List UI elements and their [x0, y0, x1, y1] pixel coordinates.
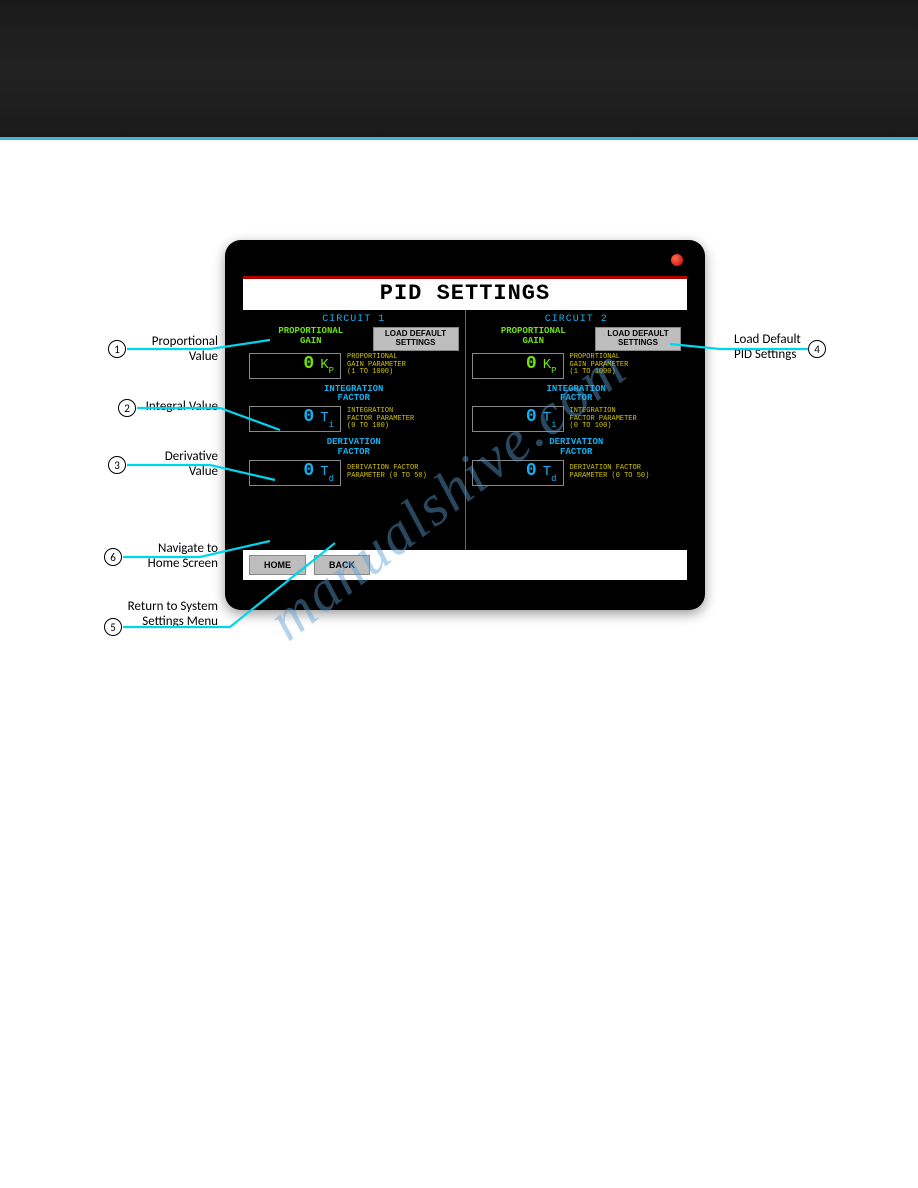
derivation-factor-label-c2: DERIVATIONFACTOR	[472, 438, 682, 458]
derivation-desc-c2: DERIVATION FACTORPARAMETER (0 TO 50)	[570, 465, 650, 480]
callout-4-num: 4	[808, 340, 826, 358]
proportional-gain-label: PROPORTIONALGAIN	[249, 327, 373, 347]
circuits-panel: CIRCUIT 1 PROPORTIONALGAIN LOAD DEFAULTS…	[243, 310, 687, 550]
top-banner	[0, 0, 918, 140]
circuit-1: CIRCUIT 1 PROPORTIONALGAIN LOAD DEFAULTS…	[243, 310, 465, 550]
derivation-factor-label-c1: DERIVATIONFACTOR	[249, 438, 459, 458]
callout-1-num: 1	[108, 340, 126, 358]
integration-value-c1[interactable]: 0 Ti	[249, 406, 341, 432]
callout-4: Load DefaultPID Settings	[730, 333, 801, 363]
load-default-button-c2[interactable]: LOAD DEFAULTSETTINGS	[595, 327, 681, 351]
power-led-icon	[671, 254, 683, 266]
integration-factor-label-c2: INTEGRATIONFACTOR	[472, 385, 682, 405]
proportional-value-c1[interactable]: 0 KP	[249, 353, 341, 379]
circuit-2-header: CIRCUIT 2	[472, 314, 682, 325]
proportional-value-c2[interactable]: 0 KP	[472, 353, 564, 379]
integration-factor-label-c1: INTEGRATIONFACTOR	[249, 385, 459, 405]
back-button[interactable]: BACK	[314, 555, 370, 575]
integration-desc-c2: INTEGRATIONFACTOR PARAMETER(0 TO 100)	[570, 408, 637, 431]
callout-3-num: 3	[108, 456, 126, 474]
circuit-1-header: CIRCUIT 1	[249, 314, 459, 325]
hmi-monitor: PID SETTINGS CIRCUIT 1 PROPORTIONALGAIN …	[225, 240, 705, 610]
nav-footer: HOME BACK	[243, 550, 687, 580]
callout-5-num: 5	[104, 618, 122, 636]
derivation-value-c2[interactable]: 0 Td	[472, 460, 564, 486]
home-button[interactable]: HOME	[249, 555, 306, 575]
integration-value-c2[interactable]: 0 Ti	[472, 406, 564, 432]
load-default-button-c1[interactable]: LOAD DEFAULTSETTINGS	[373, 327, 459, 351]
callout-2-num: 2	[118, 399, 136, 417]
content-area: manualshive.com PID SETTINGS CIRCUIT 1 P…	[0, 140, 918, 1188]
callout-6-num: 6	[104, 548, 122, 566]
screen-title: PID SETTINGS	[243, 276, 687, 310]
derivation-value-c1[interactable]: 0 Td	[249, 460, 341, 486]
proportional-gain-label-c2: PROPORTIONALGAIN	[472, 327, 596, 347]
integration-desc-c1: INTEGRATIONFACTOR PARAMETER(0 TO 100)	[347, 408, 414, 431]
derivation-desc-c1: DERIVATION FACTORPARAMETER (0 TO 50)	[347, 465, 427, 480]
proportional-desc-c1: PROPORTIONALGAIN PARAMETER(1 TO 1000)	[347, 354, 406, 377]
proportional-desc-c2: PROPORTIONALGAIN PARAMETER(1 TO 1000)	[570, 354, 629, 377]
circuit-2: CIRCUIT 2 PROPORTIONALGAIN LOAD DEFAULTS…	[465, 310, 688, 550]
hmi-screen: PID SETTINGS CIRCUIT 1 PROPORTIONALGAIN …	[243, 276, 687, 580]
